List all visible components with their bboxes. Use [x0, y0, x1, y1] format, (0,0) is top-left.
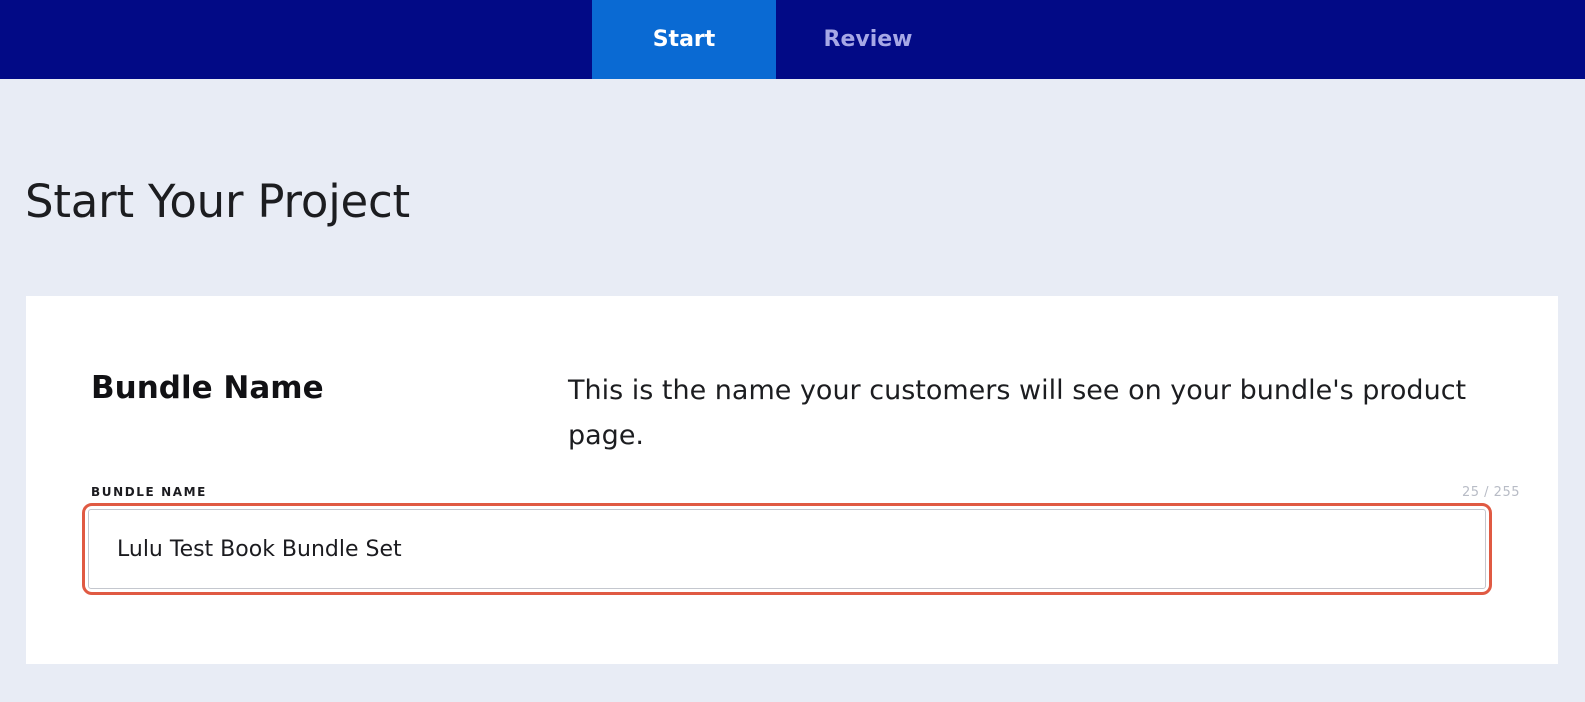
tab-start[interactable]: Start [592, 0, 776, 79]
section-title: Bundle Name [91, 370, 324, 406]
bundle-name-label: BUNDLE NAME [91, 485, 207, 499]
section-description: This is the name your customers will see… [568, 375, 1467, 451]
bundle-name-input[interactable] [88, 509, 1486, 589]
character-count: 25 / 255 [1462, 485, 1520, 500]
bundle-name-card: Bundle Name This is the name your custom… [26, 296, 1558, 664]
page-title: Start Your Project [25, 175, 410, 228]
top-nav-bar: Start Review [0, 0, 1585, 79]
tab-review[interactable]: Review [776, 0, 960, 79]
